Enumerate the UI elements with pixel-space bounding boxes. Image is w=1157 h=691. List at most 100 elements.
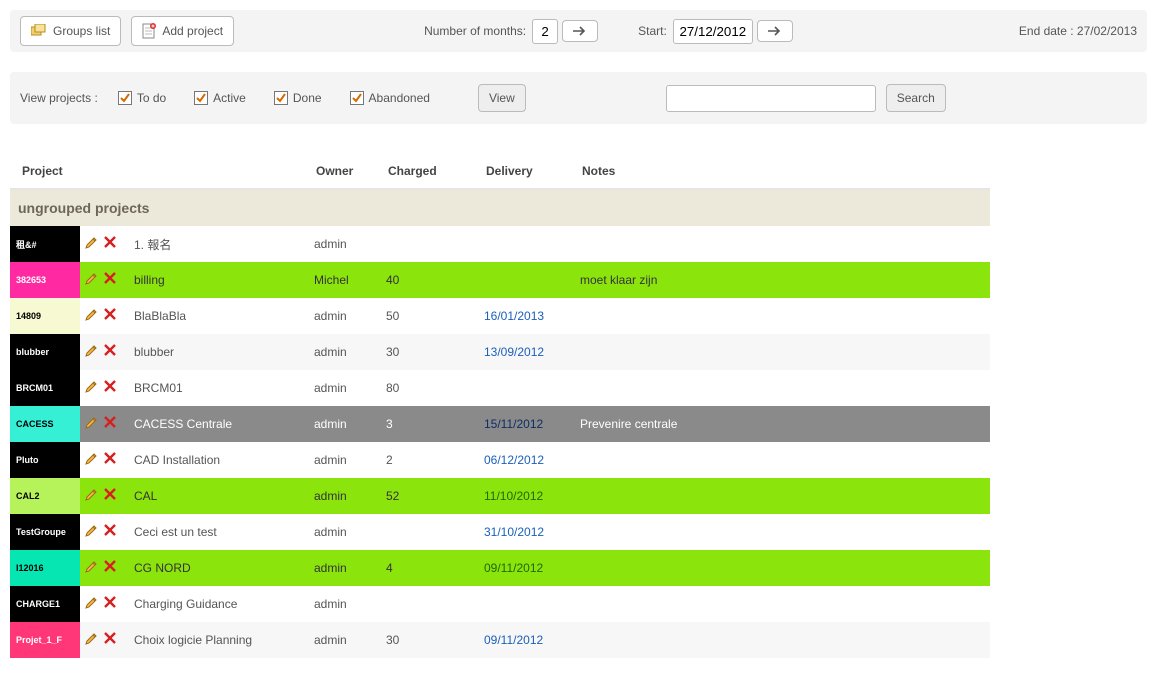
delete-icon[interactable] bbox=[104, 596, 116, 613]
filter-done-label: Done bbox=[293, 91, 322, 105]
start-date-input[interactable] bbox=[673, 19, 753, 44]
start-label: Start: bbox=[638, 24, 667, 38]
edit-icon[interactable] bbox=[84, 344, 98, 361]
col-delivery: Delivery bbox=[486, 164, 582, 178]
edit-icon[interactable] bbox=[84, 560, 98, 577]
project-notes bbox=[576, 550, 990, 586]
filter-todo[interactable]: To do bbox=[118, 91, 166, 105]
arrow-right-icon bbox=[573, 26, 587, 36]
table-row: CAL2CALadmin5211/10/2012 bbox=[10, 478, 990, 514]
project-name[interactable]: CACESS Centrale bbox=[130, 406, 310, 442]
filter-active[interactable]: Active bbox=[194, 91, 246, 105]
project-owner: admin bbox=[310, 226, 382, 262]
search-input[interactable] bbox=[666, 85, 876, 112]
project-delivery[interactable]: 13/09/2012 bbox=[484, 345, 544, 359]
add-project-label: Add project bbox=[162, 24, 223, 38]
project-notes: moet klaar zijn bbox=[576, 262, 990, 298]
project-charged: 30 bbox=[382, 334, 480, 370]
project-name[interactable]: CAL bbox=[130, 478, 310, 514]
table-row: PlutoCAD Installationadmin206/12/2012 bbox=[10, 442, 990, 478]
project-notes bbox=[576, 442, 990, 478]
project-charged: 40 bbox=[382, 262, 480, 298]
edit-icon[interactable] bbox=[84, 488, 98, 505]
filter-abandoned[interactable]: Abandoned bbox=[350, 91, 430, 105]
project-notes bbox=[576, 586, 990, 622]
col-charged: Charged bbox=[388, 164, 486, 178]
project-delivery[interactable]: 31/10/2012 bbox=[484, 525, 544, 539]
project-owner: admin bbox=[310, 406, 382, 442]
project-notes bbox=[576, 334, 990, 370]
view-button[interactable]: View bbox=[478, 84, 526, 112]
project-tag: Projet_1_F bbox=[10, 622, 80, 658]
folders-icon bbox=[31, 24, 47, 38]
add-project-button[interactable]: Add project bbox=[131, 16, 234, 46]
project-name[interactable]: Charging Guidance bbox=[130, 586, 310, 622]
project-owner: admin bbox=[310, 514, 382, 550]
delete-icon[interactable] bbox=[104, 416, 116, 433]
table-row: I12016CG NORDadmin409/11/2012 bbox=[10, 550, 990, 586]
project-delivery[interactable]: 06/12/2012 bbox=[484, 453, 544, 467]
project-name[interactable]: CG NORD bbox=[130, 550, 310, 586]
col-project: Project bbox=[22, 164, 63, 178]
arrow-right-icon bbox=[768, 26, 782, 36]
delete-icon[interactable] bbox=[104, 236, 116, 253]
checkbox-icon bbox=[274, 91, 288, 105]
table-header: Project Owner Charged Delivery Notes bbox=[10, 154, 990, 190]
groups-list-label: Groups list bbox=[53, 24, 110, 38]
filter-done[interactable]: Done bbox=[274, 91, 322, 105]
project-owner: admin bbox=[310, 478, 382, 514]
edit-icon[interactable] bbox=[84, 632, 98, 649]
project-name[interactable]: CAD Installation bbox=[130, 442, 310, 478]
groups-list-button[interactable]: Groups list bbox=[20, 16, 121, 46]
project-charged: 2 bbox=[382, 442, 480, 478]
months-go-button[interactable] bbox=[562, 20, 598, 42]
project-delivery[interactable]: 09/11/2012 bbox=[484, 561, 543, 575]
delete-icon[interactable] bbox=[104, 632, 116, 649]
delete-icon[interactable] bbox=[104, 308, 116, 325]
delete-icon[interactable] bbox=[104, 344, 116, 361]
project-owner: admin bbox=[310, 622, 382, 658]
start-go-button[interactable] bbox=[757, 20, 793, 42]
project-name[interactable]: BRCM01 bbox=[130, 370, 310, 406]
project-delivery[interactable]: 16/01/2013 bbox=[484, 309, 544, 323]
delete-icon[interactable] bbox=[104, 524, 116, 541]
project-delivery[interactable]: 09/11/2012 bbox=[484, 633, 543, 647]
edit-icon[interactable] bbox=[84, 380, 98, 397]
delete-icon[interactable] bbox=[104, 380, 116, 397]
checkbox-icon bbox=[194, 91, 208, 105]
project-owner: admin bbox=[310, 586, 382, 622]
checkbox-icon bbox=[118, 91, 132, 105]
table-row: TestGroupeCeci est un testadmin31/10/201… bbox=[10, 514, 990, 550]
filter-todo-label: To do bbox=[137, 91, 166, 105]
search-button[interactable]: Search bbox=[886, 84, 946, 112]
edit-icon[interactable] bbox=[84, 308, 98, 325]
project-name[interactable]: blubber bbox=[130, 334, 310, 370]
project-delivery[interactable]: 11/10/2012 bbox=[484, 489, 543, 503]
project-name[interactable]: BlaBlaBla bbox=[130, 298, 310, 334]
edit-icon[interactable] bbox=[84, 452, 98, 469]
delete-icon[interactable] bbox=[104, 452, 116, 469]
project-name[interactable]: 1. 報名 bbox=[130, 226, 310, 262]
filter-bar: View projects : To do Active Done Abando… bbox=[10, 72, 1147, 124]
project-tag: 382653 bbox=[10, 262, 80, 298]
project-name[interactable]: Choix logicie Planning bbox=[130, 622, 310, 658]
delete-icon[interactable] bbox=[104, 272, 116, 289]
edit-icon[interactable] bbox=[84, 236, 98, 253]
edit-icon[interactable] bbox=[84, 596, 98, 613]
edit-icon[interactable] bbox=[84, 524, 98, 541]
project-tag: BRCM01 bbox=[10, 370, 80, 406]
delete-icon[interactable] bbox=[104, 488, 116, 505]
project-charged: 52 bbox=[382, 478, 480, 514]
delete-icon[interactable] bbox=[104, 560, 116, 577]
project-owner: admin bbox=[310, 550, 382, 586]
project-name[interactable]: Ceci est un test bbox=[130, 514, 310, 550]
project-delivery[interactable]: 15/11/2012 bbox=[484, 417, 543, 431]
project-charged: 50 bbox=[382, 298, 480, 334]
edit-icon[interactable] bbox=[84, 416, 98, 433]
table-row: 14809BlaBlaBlaadmin5016/01/2013 bbox=[10, 298, 990, 334]
project-notes bbox=[576, 370, 990, 406]
project-name[interactable]: billing bbox=[130, 262, 310, 298]
project-notes bbox=[576, 514, 990, 550]
months-input[interactable] bbox=[532, 19, 558, 44]
edit-icon[interactable] bbox=[84, 272, 98, 289]
